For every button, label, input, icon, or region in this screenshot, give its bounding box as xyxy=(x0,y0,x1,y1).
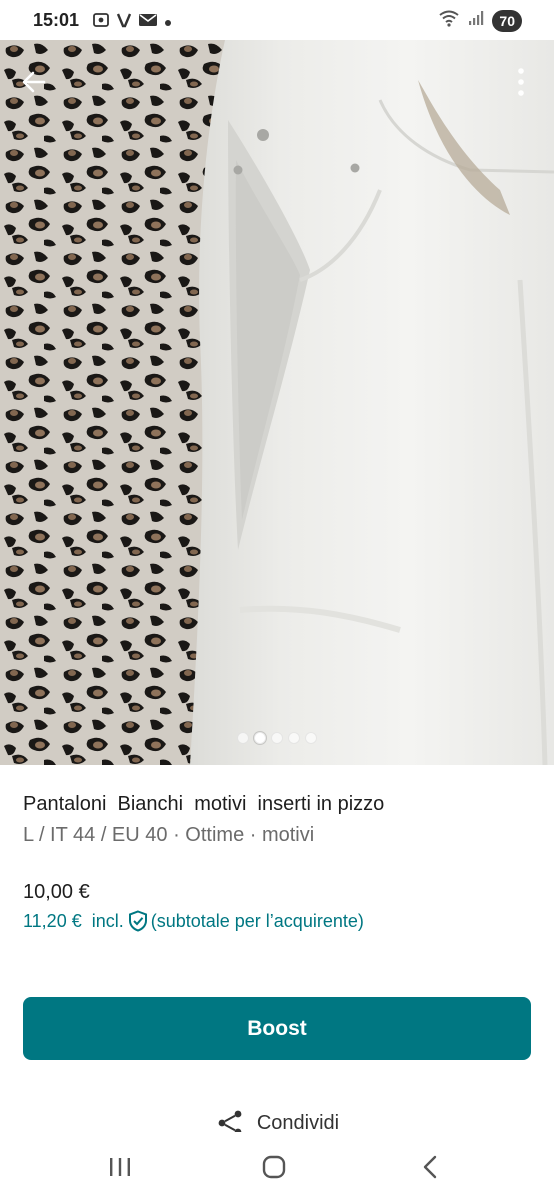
home-icon xyxy=(262,1155,286,1179)
share-button[interactable]: Condividi xyxy=(0,1108,554,1132)
gallery-dot[interactable] xyxy=(305,732,317,744)
share-label: Condividi xyxy=(256,1112,340,1132)
status-notification-icons xyxy=(92,11,172,34)
more-vertical-icon xyxy=(518,68,524,96)
item-details: Pantaloni Bianchi motivi inserti in pizz… xyxy=(23,790,533,933)
chevron-left-icon xyxy=(423,1155,437,1179)
item-photo-gallery[interactable] xyxy=(0,40,554,765)
boost-button[interactable]: Boost xyxy=(23,997,531,1060)
battery-indicator: 70 xyxy=(492,9,522,32)
signal-icon xyxy=(468,10,484,31)
dot-icon xyxy=(164,14,172,32)
more-options-button[interactable] xyxy=(506,62,536,102)
item-photo xyxy=(0,40,554,765)
status-time: 15:01 xyxy=(33,10,80,30)
recent-apps-button[interactable] xyxy=(96,1149,144,1185)
gallery-dot[interactable] xyxy=(237,732,249,744)
status-bar: 15:01 70 xyxy=(0,0,554,40)
back-button[interactable] xyxy=(14,62,54,102)
gallery-pagination xyxy=(0,732,554,744)
screenshot-icon xyxy=(92,11,110,34)
mail-icon xyxy=(138,12,158,33)
share-icon xyxy=(218,1110,242,1132)
item-price: 10,00 € xyxy=(23,881,90,903)
shield-check-icon xyxy=(128,910,147,932)
buyer-price-note: (subtotale per l’acquirente) xyxy=(150,911,364,931)
system-navigation-bar xyxy=(0,1135,554,1200)
gallery-dot[interactable] xyxy=(271,732,283,744)
back-nav-button[interactable] xyxy=(406,1149,454,1185)
gallery-dot[interactable] xyxy=(288,732,300,744)
buyer-price-info[interactable]: 11,20 € incl. (subtotale per l’acquirent… xyxy=(23,909,533,933)
recent-apps-icon xyxy=(110,1158,130,1176)
v-icon xyxy=(116,11,132,34)
buyer-price: 11,20 € incl. xyxy=(23,911,124,931)
arrow-left-icon xyxy=(22,71,46,93)
home-button[interactable] xyxy=(250,1149,298,1185)
status-system-icons: 70 xyxy=(438,9,522,32)
item-title: Pantaloni Bianchi motivi inserti in pizz… xyxy=(23,793,385,815)
gallery-dot[interactable] xyxy=(254,732,266,744)
item-attributes: L / IT 44 / EU 40 · Ottime · motivi xyxy=(23,824,315,846)
wifi-icon xyxy=(438,9,460,32)
